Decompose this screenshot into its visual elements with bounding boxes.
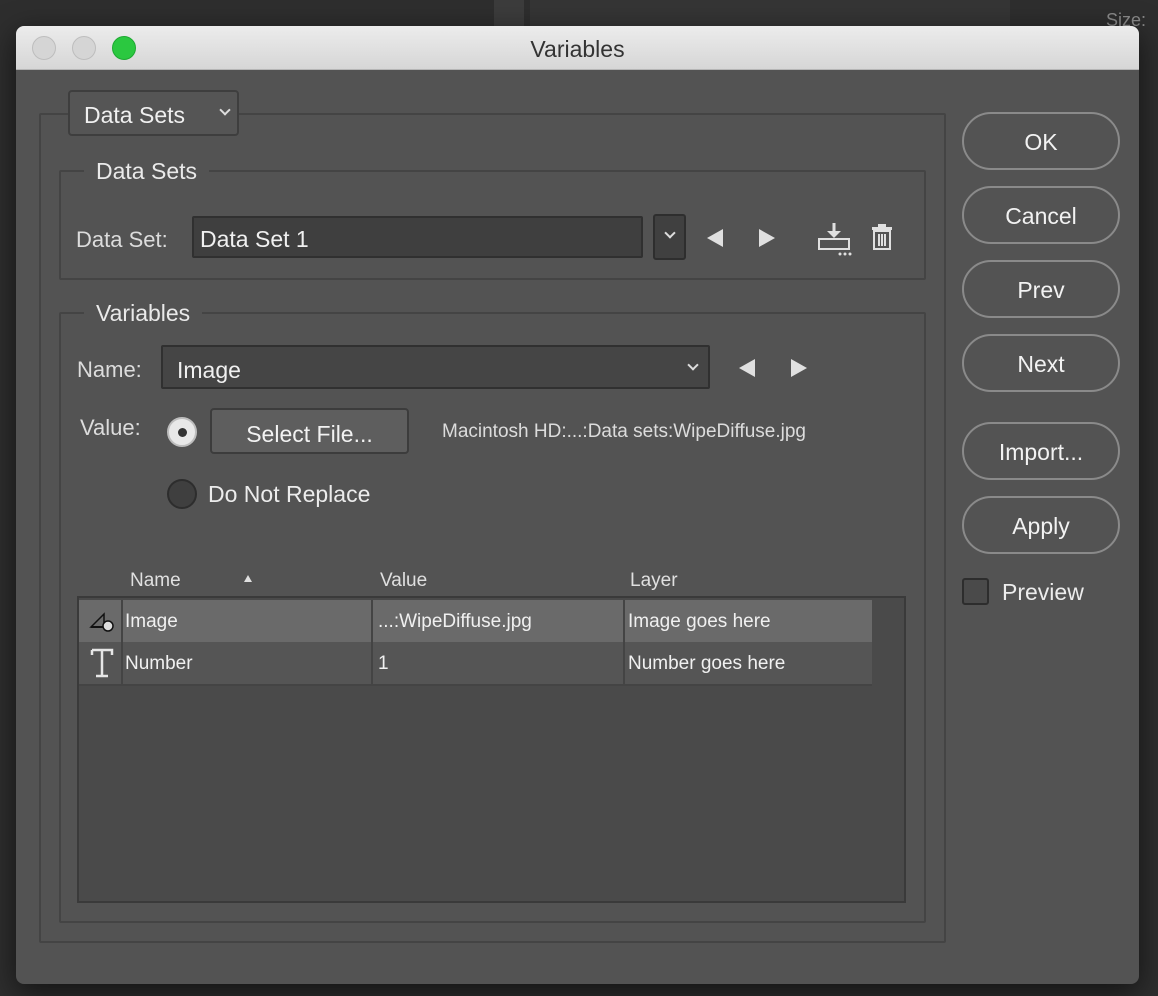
preview-checkbox[interactable] [962,578,989,605]
title-bar: Variables [16,26,1139,70]
value-label: Value: [80,415,141,440]
table-row[interactable]: Number 1 Number goes here [79,642,872,684]
row-layer-cell: Image goes here [628,611,771,632]
data-set-field[interactable]: Data Set 1 [192,216,643,258]
chevron-down-icon [219,104,231,116]
next-variable-arrow-icon[interactable] [791,359,807,377]
name-label: Name: [77,357,142,382]
apply-data-set-icon[interactable] [816,222,852,256]
trash-icon[interactable] [871,224,893,250]
do-not-replace-radio[interactable] [167,479,197,509]
column-header-layer[interactable]: Layer [630,570,678,592]
chevron-down-icon [687,359,699,371]
data-sets-group-title: Data Sets [84,158,209,185]
next-button[interactable]: Next [962,334,1120,392]
next-data-set-arrow-icon[interactable] [759,229,775,247]
row-layer-cell: Number goes here [628,653,786,674]
background-panel [530,0,1010,26]
do-not-replace-label[interactable]: Do Not Replace [208,481,370,508]
select-file-button-label: Select File... [246,421,373,447]
row-divider [79,684,872,686]
row-name-cell: Number [125,642,373,684]
row-value-cell: ...:WipeDiffuse.jpg [375,600,625,642]
variables-table: Image ...:WipeDiffuse.jpg Image goes her… [77,596,906,903]
previous-data-set-arrow-icon[interactable] [707,229,723,247]
data-set-label: Data Set: [76,227,168,252]
sort-ascending-icon [244,575,252,582]
preview-label[interactable]: Preview [1002,579,1084,606]
mode-dropdown-value: Data Sets [84,102,185,128]
variable-name-value: Image [177,357,241,383]
background-panel [494,0,524,26]
prev-button[interactable]: Prev [962,260,1120,318]
cancel-button[interactable]: Cancel [962,186,1120,244]
text-variable-icon [79,642,123,684]
previous-variable-arrow-icon[interactable] [739,359,755,377]
variable-name-dropdown[interactable]: Image [161,345,710,389]
data-set-value: Data Set 1 [200,226,309,252]
mode-dropdown[interactable]: Data Sets [68,90,239,136]
window-title: Variables [530,36,625,62]
variables-group-title: Variables [84,300,203,327]
variables-dialog: Variables Data Sets Data Sets Data Set: … [16,26,1139,984]
file-path-text: Macintosh HD:...:Data sets:WipeDiffuse.j… [442,421,806,442]
select-file-radio[interactable] [167,417,197,447]
apply-button[interactable]: Apply [962,496,1120,554]
data-set-dropdown-button[interactable] [653,214,686,260]
row-value-cell: 1 [375,642,625,684]
import-button[interactable]: Import... [962,422,1120,480]
ok-button[interactable]: OK [962,112,1120,170]
column-header-name[interactable]: Name [130,570,181,592]
select-file-button[interactable]: Select File... [210,408,409,454]
table-row[interactable]: Image ...:WipeDiffuse.jpg Image goes her… [79,600,872,642]
column-header-value[interactable]: Value [380,570,427,592]
image-variable-icon [79,600,123,642]
row-name-cell: Image [125,600,373,642]
chevron-down-icon [664,227,676,239]
